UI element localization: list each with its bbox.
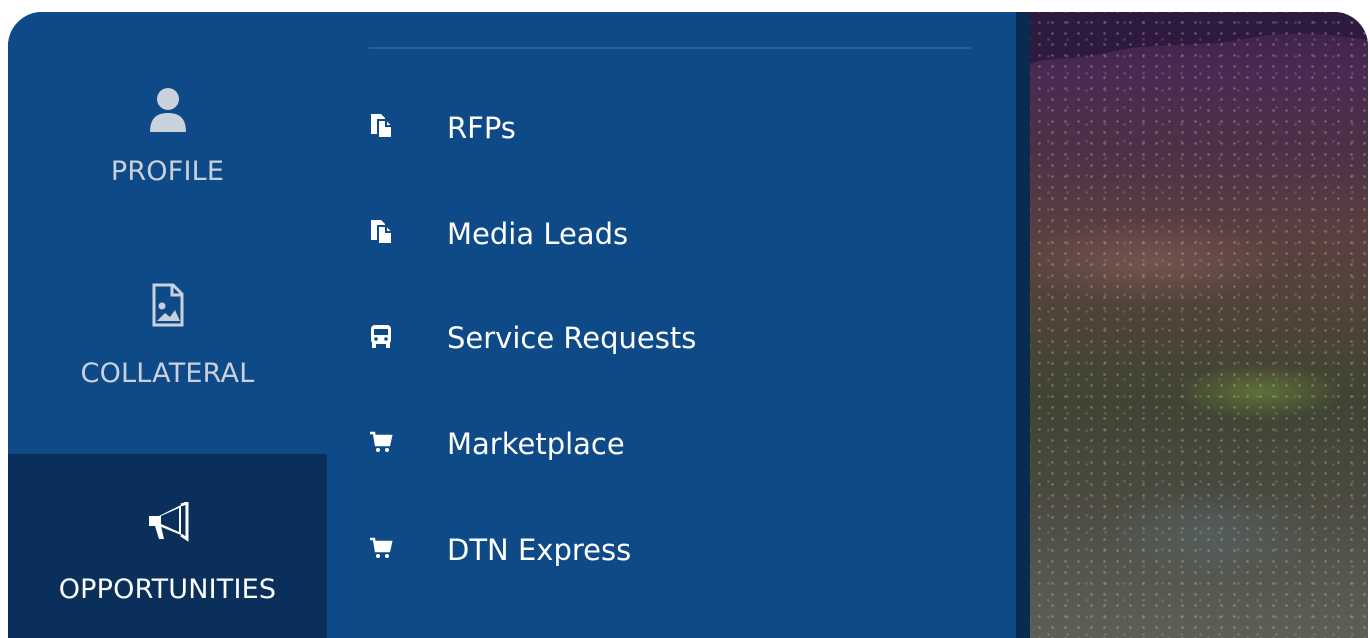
nav-item-profile[interactable]: PROFILE xyxy=(8,86,327,206)
submenu-item-rfps-label: RFPs xyxy=(447,111,516,145)
documents-icon xyxy=(369,218,395,250)
megaphone-icon xyxy=(145,500,191,542)
nav-item-opportunities-label: OPPORTUNITIES xyxy=(58,574,277,605)
aerial-town-photo xyxy=(1030,12,1368,638)
opportunities-menu-panel: PROFILE COLLATERAL OPPORTUNITIES RFPs Me… xyxy=(8,12,1368,638)
cart-icon xyxy=(369,537,393,563)
nav-item-opportunities[interactable]: OPPORTUNITIES xyxy=(8,454,327,638)
side-nav-rail: PROFILE COLLATERAL OPPORTUNITIES xyxy=(8,12,327,638)
documents-icon xyxy=(369,112,395,144)
nav-item-collateral[interactable]: COLLATERAL xyxy=(8,282,327,412)
cart-icon xyxy=(369,431,393,457)
nav-item-collateral-label: COLLATERAL xyxy=(80,358,255,389)
submenu-item-media-leads-label: Media Leads xyxy=(447,217,629,251)
panel-separator xyxy=(1016,12,1030,638)
image-file-icon xyxy=(151,282,185,328)
submenu-item-service-requests[interactable]: Service Requests xyxy=(327,308,1016,368)
opportunities-submenu: RFPs Media Leads Service Requests Market… xyxy=(327,12,1016,638)
submenu-item-marketplace-label: Marketplace xyxy=(447,427,625,461)
submenu-item-dtn-express-label: DTN Express xyxy=(447,533,632,567)
submenu-divider xyxy=(369,47,971,49)
submenu-item-marketplace[interactable]: Marketplace xyxy=(327,414,1016,474)
town-lights-texture xyxy=(1030,12,1368,638)
submenu-item-rfps[interactable]: RFPs xyxy=(327,98,1016,158)
user-icon xyxy=(148,86,188,134)
submenu-item-media-leads[interactable]: Media Leads xyxy=(327,204,1016,264)
nav-item-profile-label: PROFILE xyxy=(110,156,225,187)
submenu-item-dtn-express[interactable]: DTN Express xyxy=(327,520,1016,580)
submenu-item-service-requests-label: Service Requests xyxy=(447,321,697,355)
bus-icon xyxy=(369,323,393,353)
